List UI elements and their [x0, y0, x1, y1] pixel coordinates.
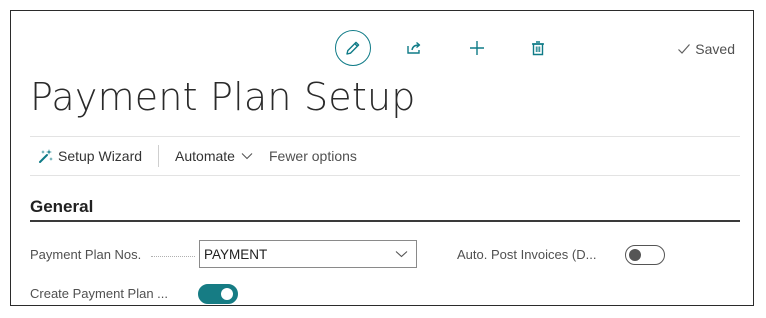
chevron-down-icon	[241, 152, 253, 160]
fewer-options-button[interactable]: Fewer options	[269, 148, 357, 164]
section-general-header[interactable]: General	[30, 197, 740, 221]
toolbar-separator	[158, 145, 160, 167]
plus-icon	[470, 41, 484, 55]
share-icon	[407, 41, 421, 54]
payment-plan-nos-label: Payment Plan Nos.	[30, 247, 142, 262]
label-leader-dots	[151, 256, 195, 258]
create-payment-plan-toggle[interactable]	[198, 284, 238, 304]
section-divider	[30, 220, 740, 222]
pencil-icon	[346, 41, 360, 55]
add-button[interactable]	[466, 37, 488, 59]
fewer-options-label: Fewer options	[268, 148, 357, 164]
automate-menu-button[interactable]: Automate	[175, 148, 253, 164]
toolbar-divider-bottom	[30, 175, 740, 176]
payment-plan-nos-value: PAYMENT	[204, 246, 268, 262]
checkmark-icon	[678, 44, 691, 54]
setup-wizard-button[interactable]: Setup Wizard	[38, 148, 142, 164]
payment-plan-nos-select[interactable]: PAYMENT	[199, 240, 417, 268]
page-frame: Saved Payment Plan Setup Setup Wizard Au…	[10, 10, 754, 306]
toggle-knob	[221, 288, 233, 300]
automate-label: Automate	[175, 148, 235, 164]
save-status: Saved	[677, 41, 735, 57]
auto-post-invoices-toggle[interactable]	[625, 245, 665, 265]
setup-wizard-label: Setup Wizard	[58, 148, 143, 164]
edit-button[interactable]	[335, 30, 371, 66]
auto-post-invoices-label: Auto. Post Invoices (D...	[457, 247, 597, 262]
share-button[interactable]	[403, 37, 425, 59]
toggle-knob	[629, 248, 641, 261]
chevron-down-icon	[395, 250, 408, 258]
page-toolbar: Setup Wizard Automate Fewer options	[30, 137, 740, 175]
delete-button[interactable]	[527, 37, 549, 59]
page-title: Payment Plan Setup	[30, 75, 416, 119]
trash-icon	[532, 41, 544, 56]
wizard-icon	[38, 148, 54, 164]
create-payment-plan-label: Create Payment Plan ...	[30, 286, 169, 301]
section-title: General	[30, 197, 94, 216]
saved-label: Saved	[695, 41, 735, 57]
